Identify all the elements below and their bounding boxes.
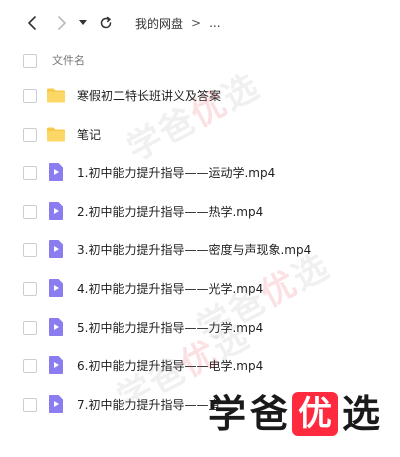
folder-icon [47, 127, 65, 142]
row-checkbox[interactable] [23, 166, 37, 181]
back-button[interactable] [22, 12, 42, 34]
toolbar: 我的网盘 > ... [0, 0, 400, 46]
file-name: 笔记 [77, 127, 102, 142]
video-file-icon [49, 240, 63, 259]
file-name: 2.初中能力提升指导——热学.mp4 [77, 204, 264, 219]
file-row[interactable]: 5.初中能力提升指导——力学.mp4 [0, 308, 400, 346]
file-row[interactable]: 3.初中能力提升指导——密度与声现象.mp4 [0, 230, 400, 268]
file-name: 7.初中能力提升指导——直 [77, 397, 221, 412]
file-row[interactable]: 2.初中能力提升指导——热学.mp4 [0, 192, 400, 230]
file-row[interactable]: 7.初中能力提升指导——直 [0, 385, 400, 423]
breadcrumb-separator: > [191, 16, 202, 30]
file-name: 寒假初二特长班讲义及答案 [77, 89, 222, 103]
file-name: 4.初中能力提升指导——光学.mp4 [77, 282, 264, 296]
video-file-icon [49, 201, 63, 220]
chevron-left-icon [28, 16, 36, 30]
file-row[interactable]: 6.初中能力提升指导——电学.mp4 [0, 346, 400, 384]
refresh-icon [100, 16, 112, 29]
video-file-icon [49, 317, 63, 336]
history-dropdown-button[interactable] [76, 12, 90, 34]
forward-button[interactable] [52, 12, 72, 34]
video-file-icon [49, 279, 63, 297]
video-file-icon [49, 163, 63, 182]
file-name: 5.初中能力提升指导——力学.mp4 [77, 320, 264, 335]
row-checkbox[interactable] [23, 127, 37, 142]
refresh-button[interactable] [96, 12, 116, 34]
caret-down-icon [79, 20, 87, 25]
row-checkbox[interactable] [23, 204, 37, 219]
folder-row[interactable]: 寒假初二特长班讲义及答案 [0, 76, 400, 114]
folder-row[interactable]: 笔记 [0, 115, 400, 153]
video-file-icon [49, 356, 63, 375]
file-name: 1.初中能力提升指导——运动学.mp4 [77, 166, 276, 181]
file-list-header: 文件名 [0, 46, 400, 74]
breadcrumb-root[interactable]: 我的网盘 [135, 15, 183, 32]
row-checkbox[interactable] [23, 359, 37, 374]
folder-icon [47, 88, 65, 103]
select-all-checkbox[interactable] [23, 54, 37, 68]
breadcrumb-more[interactable]: ... [209, 16, 220, 30]
row-checkbox[interactable] [23, 89, 37, 103]
row-checkbox[interactable] [23, 243, 37, 258]
video-file-icon [49, 394, 63, 413]
row-checkbox[interactable] [23, 282, 37, 296]
file-row[interactable]: 4.初中能力提升指导——光学.mp4 [0, 269, 400, 307]
column-header-name[interactable]: 文件名 [52, 52, 85, 68]
file-name: 3.初中能力提升指导——密度与声现象.mp4 [77, 243, 312, 258]
file-name: 6.初中能力提升指导——电学.mp4 [77, 359, 264, 374]
file-row[interactable]: 1.初中能力提升指导——运动学.mp4 [0, 153, 400, 191]
row-checkbox[interactable] [23, 320, 37, 335]
chevron-right-icon [58, 16, 66, 30]
row-checkbox[interactable] [23, 397, 37, 412]
breadcrumb: 我的网盘 > ... [135, 13, 221, 33]
